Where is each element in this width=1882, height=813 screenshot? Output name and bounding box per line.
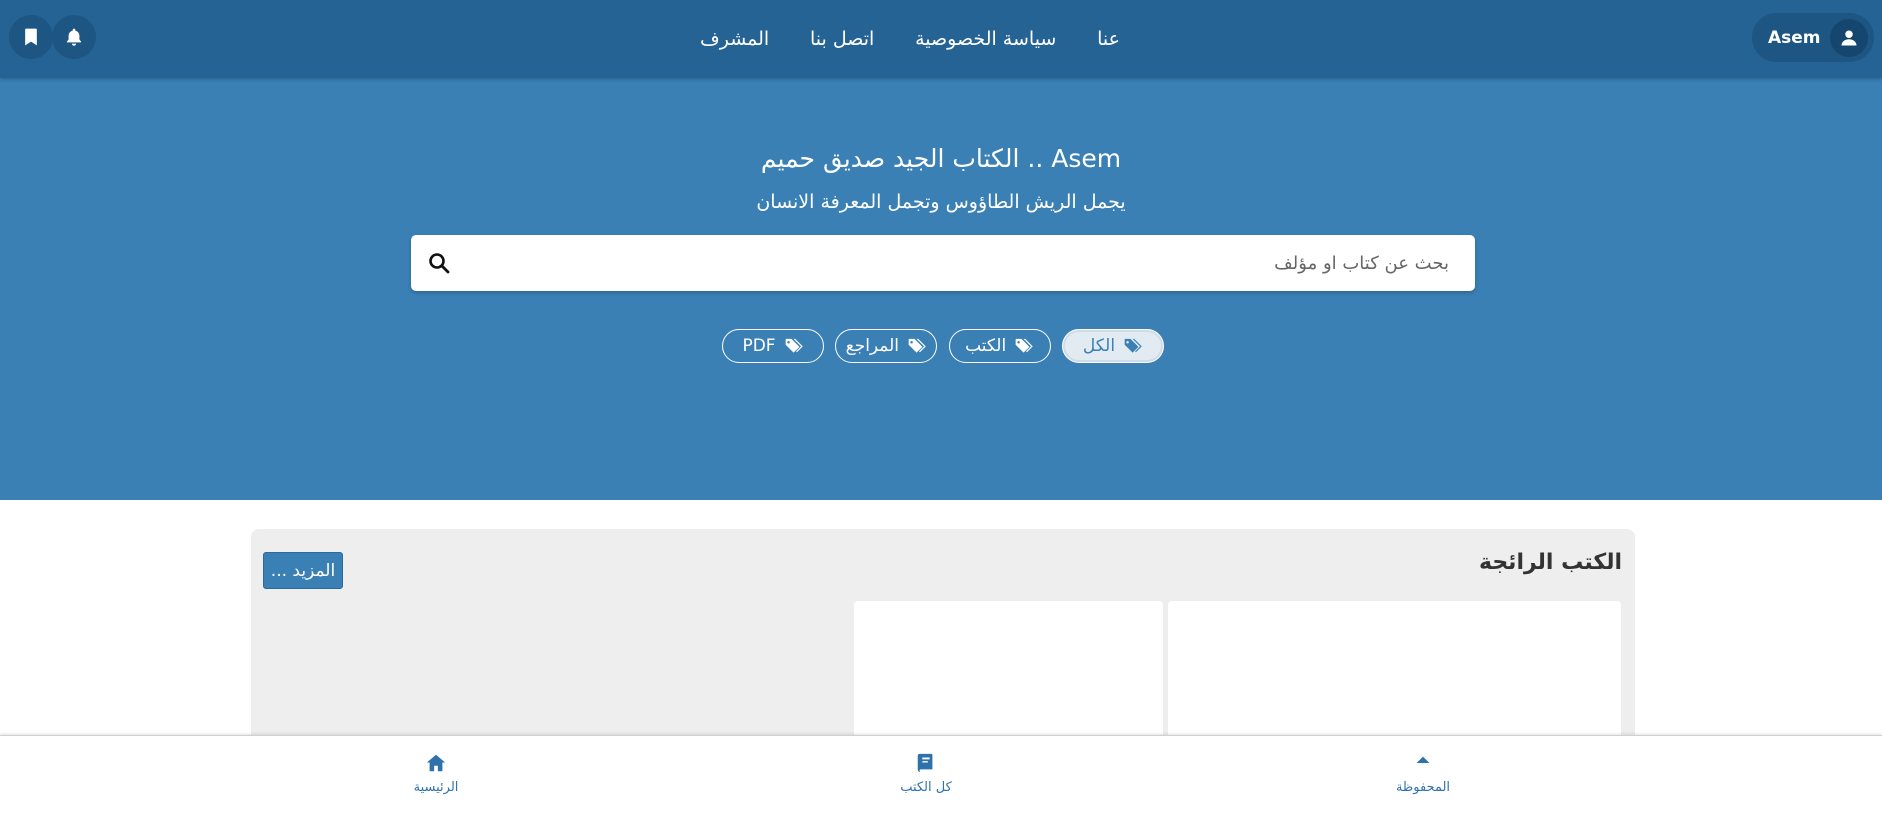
book-icon [917, 753, 933, 773]
home-icon [426, 754, 446, 772]
bottom-nav: الرئيسية كل الكتب المحفوظة [0, 735, 1882, 813]
search-button[interactable] [427, 251, 451, 275]
nav-link-contact[interactable]: اتصل بنا [810, 28, 874, 50]
filter-chip-label: الكل [1082, 336, 1116, 356]
user-icon [1841, 30, 1857, 45]
tags-icon [1015, 338, 1033, 353]
bottom-nav-label: الرئيسية [413, 780, 459, 795]
user-menu-button[interactable]: Asem [1752, 13, 1874, 62]
hero-section: Asem .. الكتاب الجيد صديق حميم يجمل الري… [0, 78, 1882, 500]
nav-link-privacy-policy[interactable]: سياسة الخصوصية [915, 28, 1056, 50]
filter-chips: الكل الكتب المراجع PDF [722, 329, 1164, 363]
filter-chip-references[interactable]: المراجع [835, 329, 938, 363]
tags-icon [785, 338, 803, 353]
main-nav: عنا سياسة الخصوصية اتصل بنا المشرف [700, 0, 1120, 78]
hero-title: Asem .. الكتاب الجيد صديق حميم [760, 144, 1122, 173]
filter-chip-pdf[interactable]: PDF [722, 329, 824, 363]
filter-chip-all[interactable]: الكل [1061, 329, 1164, 363]
search-icon [429, 253, 450, 274]
user-name: Asem [1768, 27, 1821, 48]
hero-subtitle: يجمل الريش الطاؤوس وتجمل المعرفة الانسان [756, 191, 1126, 213]
avatar [1830, 18, 1868, 57]
notifications-button[interactable] [52, 15, 96, 59]
top-navbar: عنا سياسة الخصوصية اتصل بنا المشرف Asem [0, 0, 1882, 78]
filter-chip-label: PDF [742, 336, 776, 356]
search-input[interactable] [471, 235, 1461, 291]
bottom-nav-saved[interactable]: المحفوظة [1353, 752, 1493, 802]
bottom-nav-label: كل الكتب [900, 780, 952, 795]
caret-up-icon [1416, 756, 1430, 763]
filter-chip-books[interactable]: الكتب [948, 329, 1051, 363]
nav-link-admin[interactable]: المشرف [700, 28, 769, 50]
bottom-nav-home[interactable]: الرئيسية [366, 752, 506, 802]
bell-icon [66, 28, 82, 46]
bookmark-icon [25, 28, 37, 46]
more-button[interactable]: المزيد ... [263, 552, 343, 589]
bottom-nav-label: المحفوظة [1395, 780, 1451, 795]
nav-link-about[interactable]: عنا [1097, 28, 1120, 50]
search-box [411, 235, 1475, 291]
tags-icon [1124, 338, 1142, 353]
tags-icon [908, 338, 926, 353]
filter-chip-label: الكتب [965, 336, 1007, 356]
bottom-nav-all-books[interactable]: كل الكتب [856, 752, 996, 802]
bookmark-button[interactable] [9, 15, 53, 59]
filter-chip-label: المراجع [845, 336, 900, 356]
section-title: الكتب الرائجة [1478, 550, 1622, 575]
